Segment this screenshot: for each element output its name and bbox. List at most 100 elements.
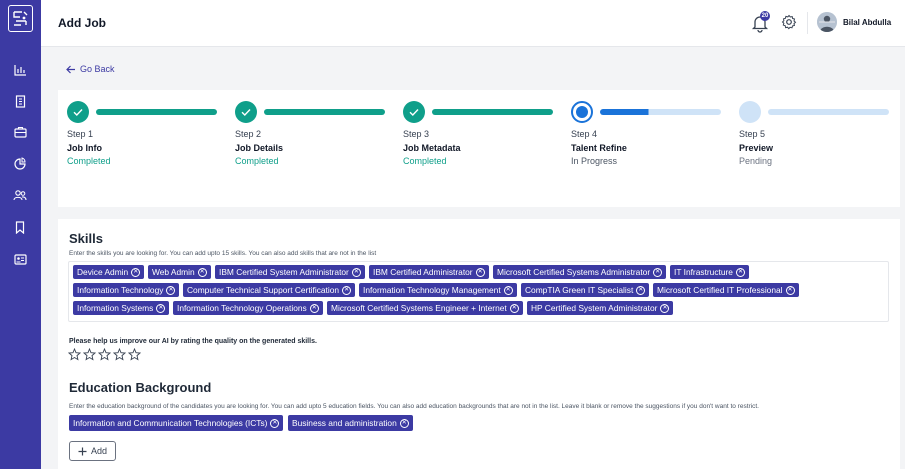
add-education-button[interactable]: Add: [69, 441, 116, 461]
go-back-link[interactable]: Go Back: [66, 64, 115, 74]
remove-chip-icon[interactable]: ✕: [660, 303, 670, 313]
logo-icon: [13, 11, 28, 26]
users-icon: [13, 190, 27, 201]
star-icon[interactable]: [128, 348, 141, 361]
remove-chip-icon[interactable]: ✕: [653, 267, 663, 277]
bookmark-icon: [15, 220, 25, 234]
remove-chip-icon[interactable]: ✕: [509, 303, 519, 313]
remove-chip-icon[interactable]: ✕: [156, 303, 166, 313]
step-circle: [571, 101, 593, 123]
skill-chip[interactable]: Web Admin ✕: [148, 265, 211, 279]
skill-chip[interactable]: Device Admin ✕: [73, 265, 145, 279]
sidebar-item-saved[interactable]: [12, 219, 28, 235]
header-divider: [807, 12, 808, 34]
pie-chart-icon: [14, 156, 26, 170]
step-status: Completed: [235, 156, 279, 166]
active-dot: [576, 106, 588, 118]
chip-label: CompTIA Green IT Specialist: [525, 285, 634, 295]
chip-label: IT Infrastructure: [674, 267, 733, 277]
avatar[interactable]: [817, 12, 837, 32]
plus-icon: [78, 447, 87, 455]
talent-refine-form: Skills Enter the skills you are looking …: [58, 219, 900, 469]
check-icon: [73, 109, 83, 116]
skill-chip[interactable]: Information Technology Operations ✕: [173, 301, 323, 315]
step-circle: [403, 101, 425, 123]
remove-chip-icon[interactable]: ✕: [399, 418, 409, 428]
star-icon[interactable]: [98, 348, 111, 361]
chip-label: Information Technology Operations: [177, 303, 307, 313]
skill-chip[interactable]: CompTIA Green IT Specialist ✕: [521, 283, 650, 297]
chip-label: Web Admin: [152, 267, 195, 277]
sidebar-item-analytics[interactable]: [12, 62, 28, 78]
remove-chip-icon[interactable]: ✕: [166, 285, 176, 295]
skills-input[interactable]: Device Admin ✕ Web Admin ✕ IBM Certified Sys…: [68, 261, 889, 322]
skill-chip[interactable]: Information Technology Management ✕: [359, 283, 517, 297]
remove-chip-icon[interactable]: ✕: [270, 418, 280, 428]
building-icon: [15, 94, 25, 108]
skill-chip[interactable]: HP Certified System Administrator ✕: [527, 301, 674, 315]
chip-label: Information and Communication Technologi…: [73, 418, 268, 428]
remove-chip-icon[interactable]: ✕: [309, 303, 319, 313]
sidebar-item-profile[interactable]: [12, 251, 28, 267]
step-progress-bar: [768, 109, 889, 115]
step-status: Completed: [67, 156, 111, 166]
skill-chip[interactable]: Information Systems ✕: [73, 301, 170, 315]
step-progress-bar: [432, 109, 553, 115]
education-chip[interactable]: Information and Communication Technologi…: [69, 415, 284, 431]
skill-chip[interactable]: IBM Certified System Administrator ✕: [215, 265, 365, 279]
skill-chip[interactable]: Microsoft Certified IT Professional ✕: [653, 283, 799, 297]
remove-chip-icon[interactable]: ✕: [735, 267, 745, 277]
skill-chip[interactable]: Microsoft Certified Systems Administrato…: [493, 265, 667, 279]
chip-label: Microsoft Certified IT Professional: [657, 285, 783, 295]
arrow-left-icon: [66, 65, 75, 73]
chip-label: Microsoft Certified Systems Engineer + I…: [331, 303, 507, 313]
star-icon[interactable]: [113, 348, 126, 361]
remove-chip-icon[interactable]: ✕: [131, 267, 141, 277]
chip-label: Computer Technical Support Certification: [187, 285, 340, 295]
skill-chip[interactable]: IT Infrastructure ✕: [670, 265, 749, 279]
step-progress-bar: [600, 109, 721, 115]
chip-label: IBM Certified Administrator: [373, 267, 473, 277]
skill-chip[interactable]: Information Technology ✕: [73, 283, 180, 297]
sidebar-item-reports[interactable]: [12, 155, 28, 171]
check-icon: [241, 109, 251, 116]
app-logo[interactable]: [8, 5, 33, 32]
remove-chip-icon[interactable]: ✕: [475, 267, 485, 277]
gear-icon[interactable]: [781, 14, 797, 30]
remove-chip-icon[interactable]: ✕: [636, 285, 646, 295]
star-icon[interactable]: [83, 348, 96, 361]
notification-badge: 20: [760, 11, 770, 21]
remove-chip-icon[interactable]: ✕: [785, 285, 795, 295]
remove-chip-icon[interactable]: ✕: [342, 285, 352, 295]
remove-chip-icon[interactable]: ✕: [503, 285, 513, 295]
sidebar-item-jobs[interactable]: [12, 124, 28, 140]
star-icon[interactable]: [68, 348, 81, 361]
chip-label: IBM Certified System Administrator: [219, 267, 349, 277]
sidebar: [0, 0, 41, 469]
skill-chip[interactable]: IBM Certified Administrator ✕: [369, 265, 489, 279]
bar-chart-icon: [13, 65, 26, 76]
step-progress-bar: [264, 109, 385, 115]
step-circle: [67, 101, 89, 123]
remove-chip-icon[interactable]: ✕: [197, 267, 207, 277]
skills-description: Enter the skills you are looking for. Yo…: [69, 250, 377, 257]
skill-chip[interactable]: Computer Technical Support Certification…: [183, 283, 356, 297]
step-title: Preview: [739, 143, 774, 153]
chip-label: Information Technology: [77, 285, 164, 295]
step-title: Job Details: [235, 143, 284, 153]
avatar-image: [817, 12, 837, 32]
education-chip[interactable]: Business and administration ✕: [288, 415, 413, 431]
rating-prompt: Please help us improve our AI by rating …: [69, 338, 317, 345]
education-title: Education Background: [69, 380, 212, 395]
step-number: Step 4: [571, 129, 598, 139]
star-rating[interactable]: [68, 348, 141, 361]
step-number: Step 3: [403, 129, 430, 139]
step-number: Step 5: [739, 129, 766, 139]
check-icon: [409, 109, 419, 116]
sidebar-item-candidates[interactable]: [12, 187, 28, 203]
sidebar-item-company[interactable]: [12, 93, 28, 109]
step-title: Job Info: [67, 143, 102, 153]
skill-chip[interactable]: Microsoft Certified Systems Engineer + I…: [327, 301, 523, 315]
add-button-label: Add: [90, 446, 107, 456]
remove-chip-icon[interactable]: ✕: [351, 267, 361, 277]
